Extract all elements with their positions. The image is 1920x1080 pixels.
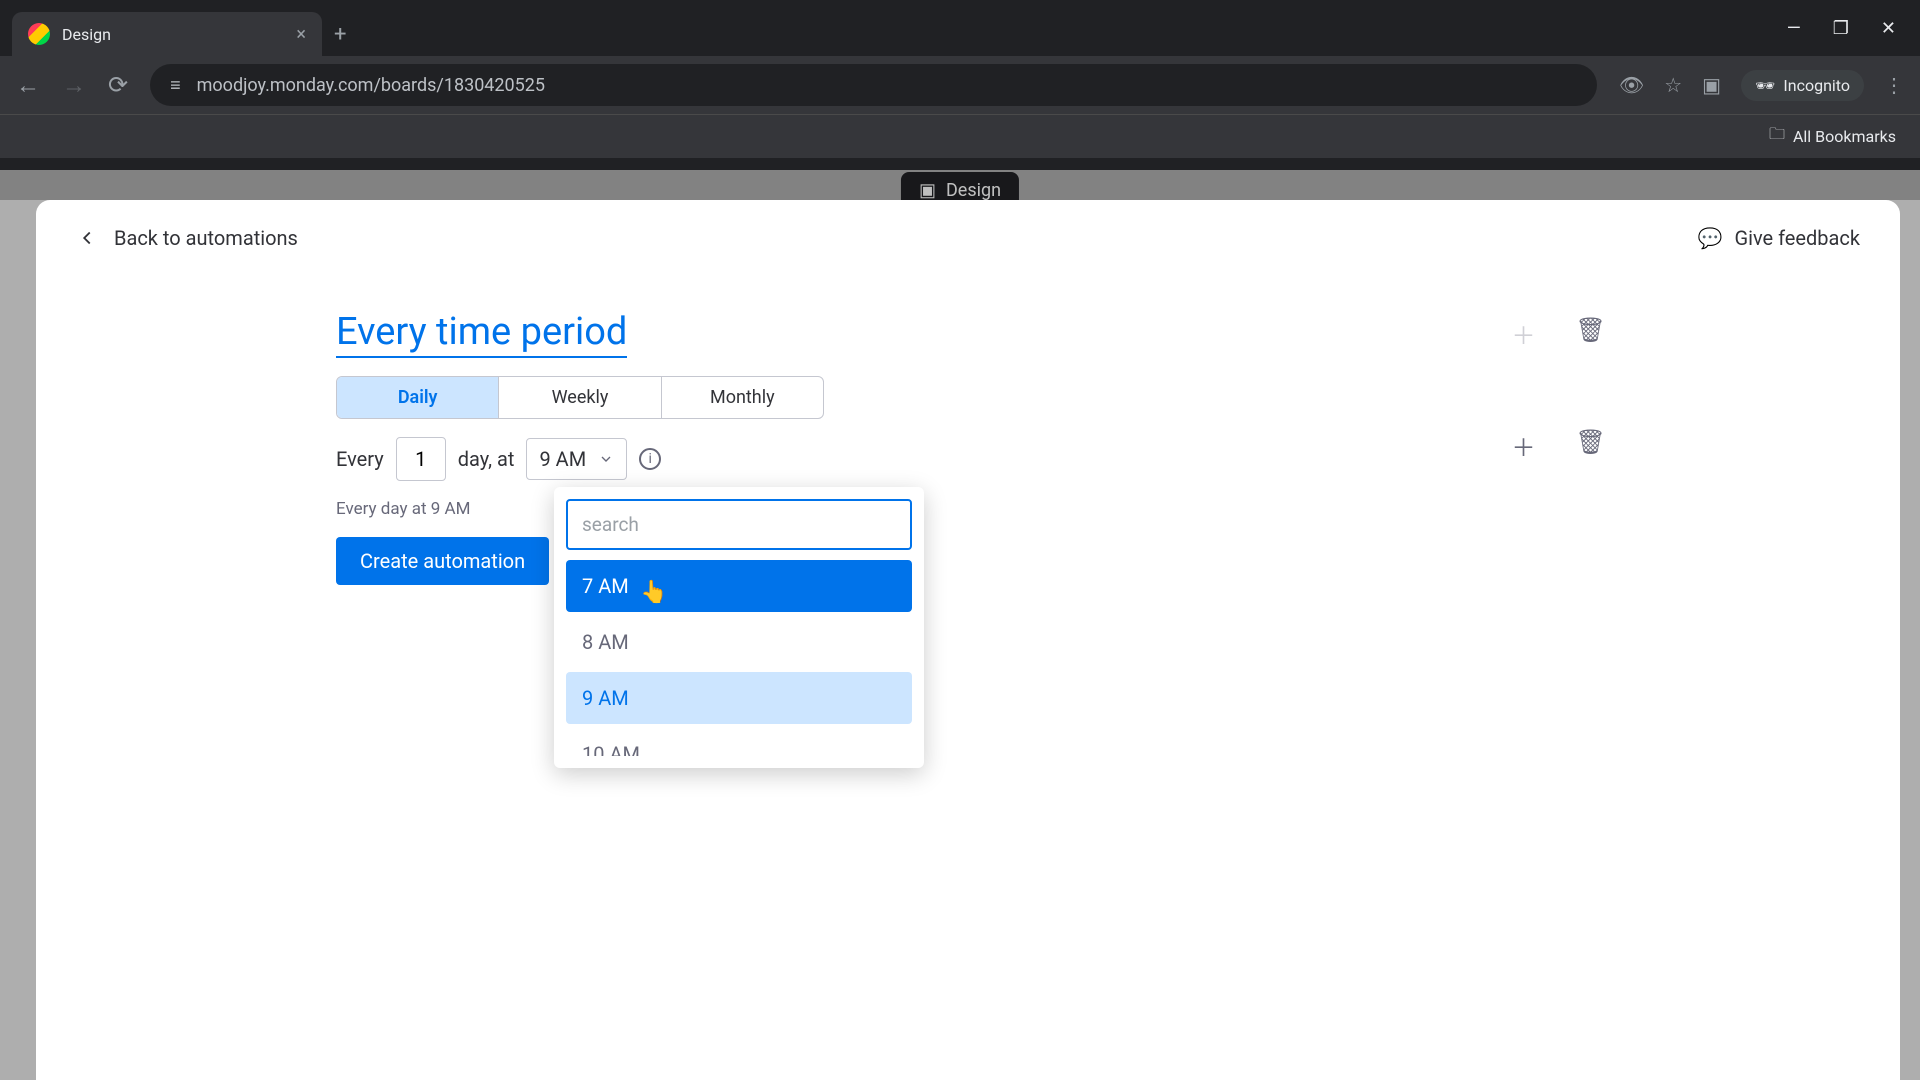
frequency-row: Every day, at 9 AM i 7 AM 8 AM 9 AM 10 A… [336, 437, 1636, 481]
plus-icon[interactable]: ＋ [1512, 316, 1536, 351]
back-icon[interactable]: ← [16, 71, 40, 100]
frequency-summary: Every day at 9 AM [336, 499, 1636, 519]
chat-icon: 💬 [1698, 226, 1723, 250]
modal-header: Back to automations 💬 Give feedback [76, 226, 1860, 250]
dropdown-search-input[interactable] [566, 499, 912, 550]
panel-icon[interactable]: ▣ [1702, 73, 1721, 97]
dropdown-list[interactable]: 7 AM 8 AM 9 AM 10 AM [566, 560, 912, 756]
incognito-indicator[interactable]: 🕶 Incognito [1741, 70, 1864, 101]
tab-title: Design [62, 25, 111, 44]
unit-label: day, at [458, 447, 515, 471]
site-info-icon[interactable]: ≡ [170, 75, 181, 96]
close-tab-icon[interactable]: × [296, 24, 306, 45]
bookmarks-bar: 🗀 All Bookmarks [0, 114, 1920, 158]
row-actions-1: ＋ 🗑 [1512, 316, 1606, 351]
incognito-icon: 🕶 [1755, 76, 1775, 95]
browser-tab[interactable]: Design × [12, 12, 322, 56]
trash-icon[interactable]: 🗑 [1576, 316, 1606, 351]
frequency-input[interactable] [396, 437, 446, 481]
all-bookmarks-link[interactable]: 🗀 All Bookmarks [1769, 123, 1896, 150]
create-automation-button[interactable]: Create automation [336, 537, 549, 585]
url-text: moodjoy.monday.com/boards/1830420525 [197, 75, 545, 96]
tab-bar: Design × + — ❐ ✕ [0, 0, 1920, 56]
url-box[interactable]: ≡ moodjoy.monday.com/boards/1830420525 [150, 64, 1597, 106]
time-select[interactable]: 9 AM [526, 438, 627, 480]
incognito-label: Incognito [1783, 76, 1850, 95]
browser-chrome: Design × + — ❐ ✕ ← → ⟳ ≡ moodjoy.monday.… [0, 0, 1920, 170]
close-window-icon[interactable]: ✕ [1881, 18, 1896, 39]
maximize-icon[interactable]: ❐ [1833, 18, 1849, 39]
automation-modal: Back to automations 💬 Give feedback ＋ 🗑 … [36, 200, 1900, 1080]
back-label: Back to automations [114, 226, 298, 250]
automation-block: ＋ 🗑 ＋ 🗑 Every time period Daily Weekly M… [336, 310, 1636, 585]
time-value: 9 AM [539, 447, 586, 471]
back-to-automations-link[interactable]: Back to automations [76, 226, 298, 250]
dropdown-option-8am[interactable]: 8 AM [566, 616, 912, 668]
every-label: Every [336, 447, 384, 471]
give-feedback-link[interactable]: 💬 Give feedback [1698, 226, 1860, 250]
chevron-left-icon [76, 227, 98, 249]
chevron-down-icon [598, 451, 614, 467]
dropdown-option-9am[interactable]: 9 AM [566, 672, 912, 724]
tracking-icon[interactable]: 👁 [1619, 73, 1644, 97]
window-controls: — ❐ ✕ [1787, 18, 1908, 39]
all-bookmarks-label: All Bookmarks [1793, 127, 1896, 146]
tab-weekly[interactable]: Weekly [499, 377, 661, 418]
url-actions: 👁 ☆ ▣ 🕶 Incognito ⋮ [1619, 70, 1904, 101]
browser-menu-icon[interactable]: ⋮ [1884, 73, 1904, 97]
tab-monthly[interactable]: Monthly [662, 377, 823, 418]
tab-daily[interactable]: Daily [337, 377, 499, 418]
address-bar: ← → ⟳ ≡ moodjoy.monday.com/boards/183042… [0, 56, 1920, 114]
monday-favicon [28, 23, 50, 45]
folder-icon: 🗀 [1769, 123, 1785, 150]
new-tab-button[interactable]: + [334, 22, 346, 47]
bookmark-star-icon[interactable]: ☆ [1664, 73, 1682, 97]
reload-icon[interactable]: ⟳ [108, 71, 128, 99]
minimize-icon[interactable]: — [1787, 18, 1801, 39]
automation-title[interactable]: Every time period [336, 310, 627, 358]
forward-icon[interactable]: → [62, 71, 86, 100]
info-icon[interactable]: i [639, 448, 661, 470]
dropdown-option-10am[interactable]: 10 AM [566, 728, 912, 756]
period-tabs: Daily Weekly Monthly [336, 376, 824, 419]
time-dropdown: 7 AM 8 AM 9 AM 10 AM [554, 487, 924, 768]
feedback-label: Give feedback [1734, 226, 1860, 250]
dropdown-option-7am[interactable]: 7 AM [566, 560, 912, 612]
